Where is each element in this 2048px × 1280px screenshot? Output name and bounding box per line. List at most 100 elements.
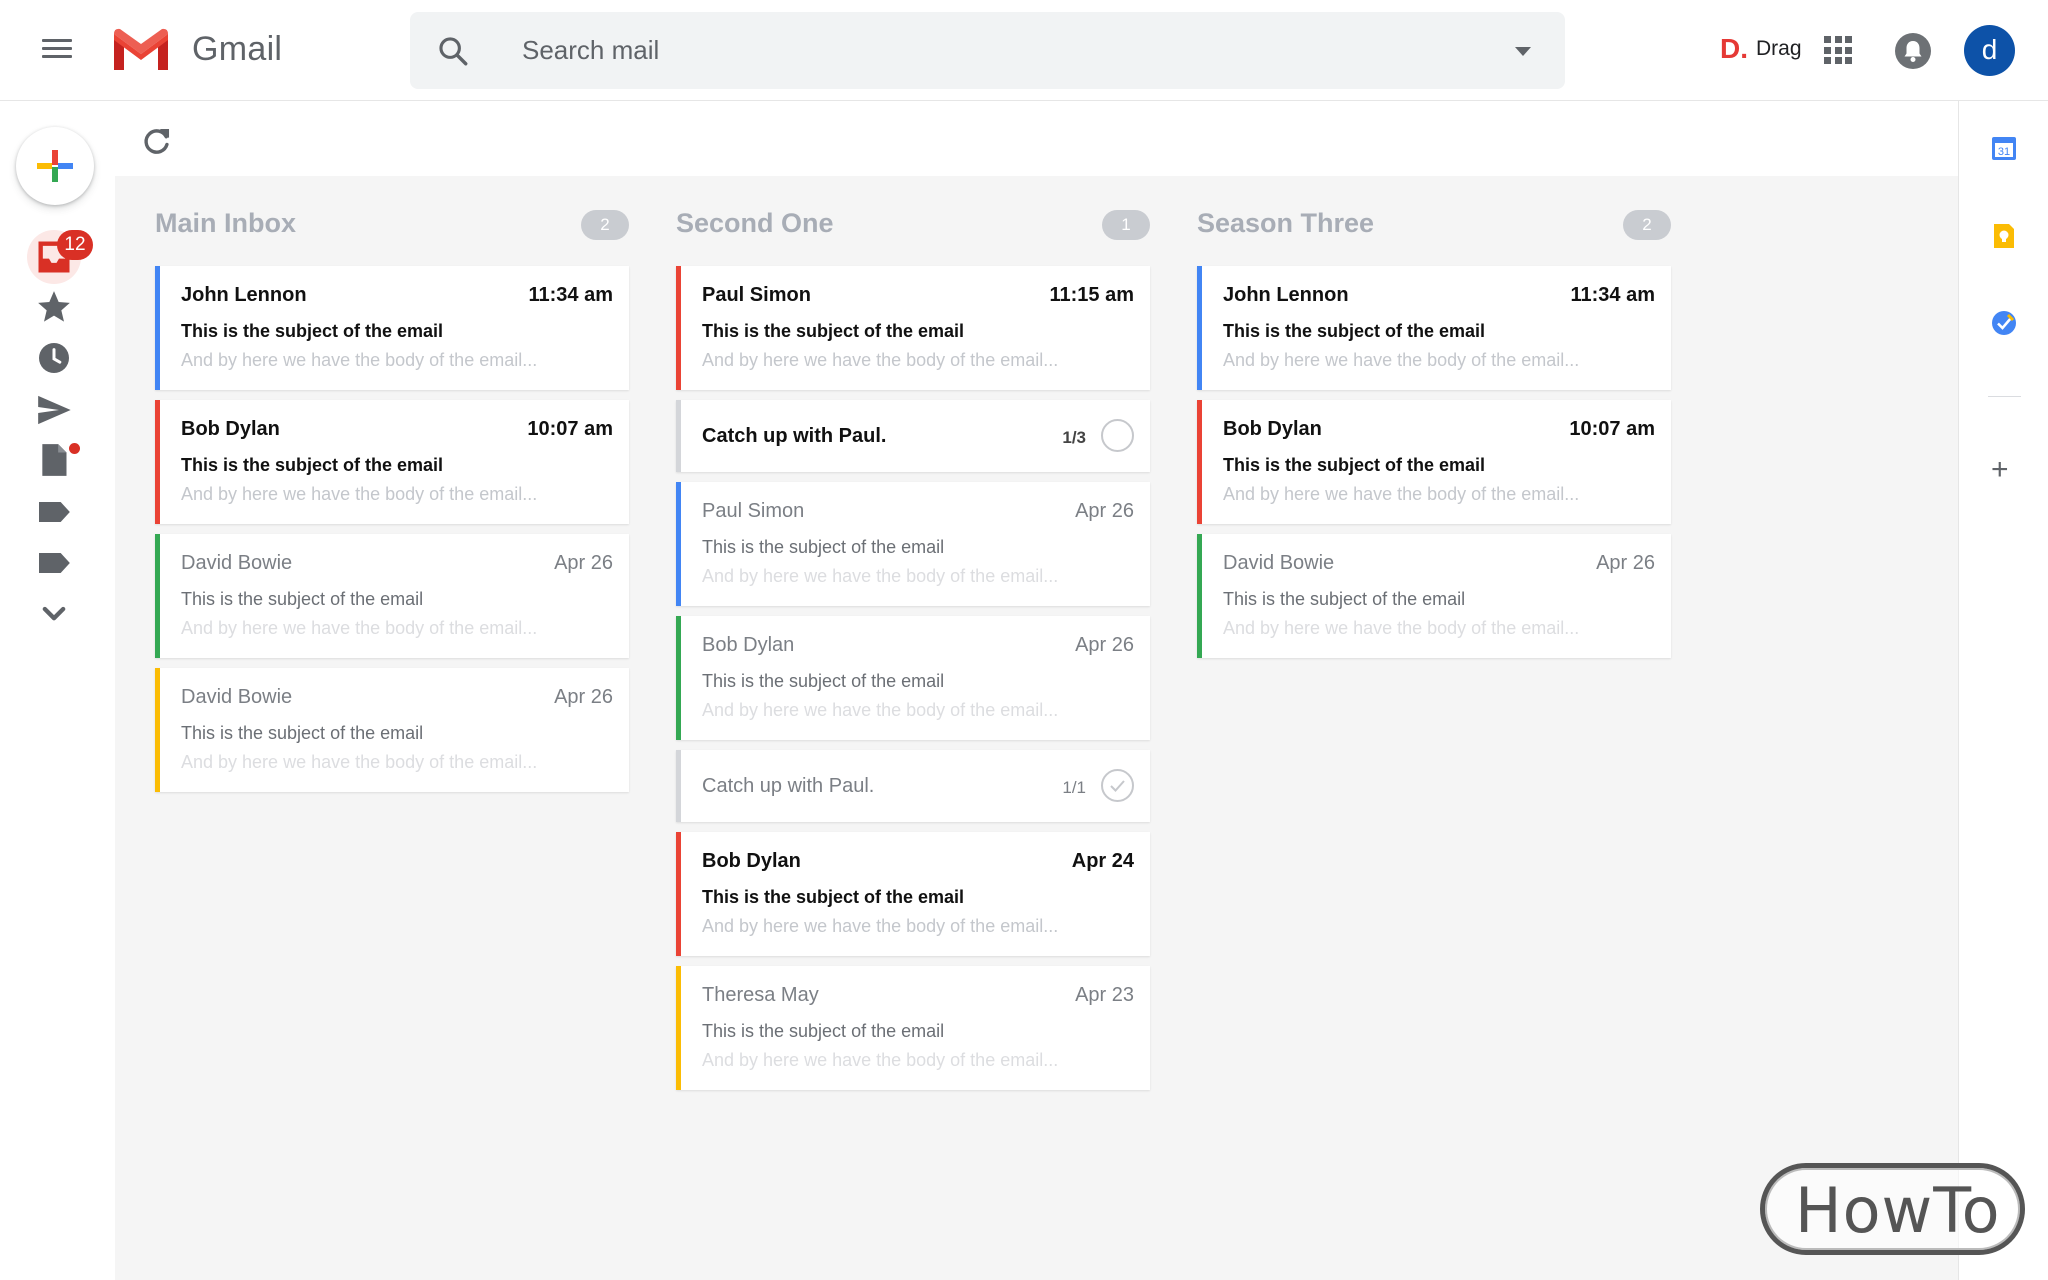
notifications-bell-icon[interactable] bbox=[1895, 33, 1931, 69]
email-card[interactable]: Paul Simon Apr 26 This is the subject of… bbox=[676, 482, 1150, 606]
refresh-icon[interactable] bbox=[140, 124, 174, 158]
keep-icon[interactable] bbox=[1990, 222, 2018, 250]
column-header[interactable]: Second One 1 bbox=[676, 176, 1150, 266]
search-input[interactable] bbox=[522, 26, 1422, 74]
email-snippet: And by here we have the body of the emai… bbox=[702, 350, 1059, 370]
email-snippet: And by here we have the body of the emai… bbox=[702, 916, 1059, 936]
gmail-logo-icon[interactable] bbox=[110, 26, 172, 74]
label-icon[interactable] bbox=[34, 492, 74, 532]
app-name: Gmail bbox=[192, 30, 283, 68]
task-title: Catch up with Paul. bbox=[702, 775, 875, 797]
email-sender: David Bowie bbox=[181, 686, 293, 708]
email-subject: This is the subject of the email bbox=[1223, 321, 1486, 341]
label-icon[interactable] bbox=[34, 543, 74, 583]
google-apps-icon[interactable] bbox=[1824, 36, 1852, 64]
snoozed-clock-icon[interactable] bbox=[34, 338, 74, 378]
watermark-text: HowTo bbox=[1795, 1174, 2001, 1247]
email-snippet: And by here we have the body of the emai… bbox=[702, 1050, 1059, 1070]
email-sender: Bob Dylan bbox=[181, 418, 280, 440]
email-subject: This is the subject of the email bbox=[1223, 589, 1466, 609]
task-complete-checkbox[interactable] bbox=[1101, 769, 1134, 802]
email-date: Apr 23 bbox=[1075, 984, 1134, 1006]
email-card[interactable]: John Lennon 11:34 am This is the subject… bbox=[155, 266, 629, 390]
email-card[interactable]: John Lennon 11:34 am This is the subject… bbox=[1197, 266, 1671, 390]
howto-watermark-logo: HowTo bbox=[1760, 1163, 2025, 1255]
inbox-unread-badge: 12 bbox=[57, 230, 93, 260]
drag-logo: D. bbox=[1720, 33, 1748, 64]
column-title: Season Three bbox=[1197, 208, 1375, 238]
column-count-badge: 2 bbox=[581, 210, 629, 240]
account-avatar[interactable]: d bbox=[1964, 25, 2015, 76]
compose-button[interactable] bbox=[16, 127, 94, 205]
email-card[interactable]: Theresa May Apr 23 This is the subject o… bbox=[676, 966, 1150, 1090]
chevron-down-icon[interactable] bbox=[34, 594, 74, 634]
drafts-indicator-dot bbox=[69, 443, 80, 454]
email-sender: David Bowie bbox=[1223, 552, 1335, 574]
email-subject: This is the subject of the email bbox=[181, 321, 444, 341]
column-header[interactable]: Main Inbox 2 bbox=[155, 176, 629, 266]
drag-extension-button[interactable]: D. Drag bbox=[1720, 33, 1802, 64]
email-date: Apr 26 bbox=[1075, 634, 1134, 656]
email-sender: Paul Simon bbox=[702, 500, 805, 522]
search-icon[interactable] bbox=[436, 34, 470, 68]
calendar-day: 31 bbox=[1998, 146, 2010, 158]
task-card[interactable]: Catch up with Paul. 1/1 bbox=[676, 750, 1150, 822]
task-progress: 1/1 bbox=[1062, 778, 1086, 797]
main-menu-icon[interactable] bbox=[40, 34, 74, 68]
email-card[interactable]: Bob Dylan Apr 24 This is the subject of … bbox=[676, 832, 1150, 956]
email-sender: David Bowie bbox=[181, 552, 293, 574]
sent-icon[interactable] bbox=[34, 390, 74, 430]
compose-plus-icon bbox=[37, 150, 73, 182]
email-subject: This is the subject of the email bbox=[702, 1021, 945, 1041]
calendar-icon[interactable]: 31 bbox=[1990, 134, 2018, 162]
add-addon-plus-icon[interactable]: + bbox=[1991, 455, 2009, 485]
email-date: Apr 26 bbox=[1596, 552, 1655, 574]
email-snippet: And by here we have the body of the emai… bbox=[181, 484, 538, 504]
email-sender: Theresa May bbox=[702, 984, 819, 1006]
email-snippet: And by here we have the body of the emai… bbox=[702, 566, 1059, 586]
email-card[interactable]: David Bowie Apr 26 This is the subject o… bbox=[1197, 534, 1671, 658]
kanban-board: Main Inbox 2 John Lennon 11:34 am This i… bbox=[115, 176, 1958, 1280]
starred-icon[interactable] bbox=[34, 287, 74, 327]
email-card[interactable]: Bob Dylan Apr 26 This is the subject of … bbox=[676, 616, 1150, 740]
column-count-badge: 2 bbox=[1623, 210, 1671, 240]
email-date: 11:34 am bbox=[528, 284, 613, 306]
email-snippet: And by here we have the body of the emai… bbox=[181, 350, 538, 370]
email-date: Apr 26 bbox=[554, 686, 613, 708]
email-sender: Bob Dylan bbox=[1223, 418, 1322, 440]
checkmark-icon bbox=[1110, 780, 1125, 792]
email-snippet: And by here we have the body of the emai… bbox=[181, 752, 538, 772]
email-date: 11:15 am bbox=[1049, 284, 1134, 306]
email-sender: Bob Dylan bbox=[702, 634, 795, 656]
email-snippet: And by here we have the body of the emai… bbox=[1223, 350, 1580, 370]
column-title: Second One bbox=[676, 208, 834, 238]
column-header[interactable]: Season Three 2 bbox=[1197, 176, 1671, 266]
email-subject: This is the subject of the email bbox=[702, 537, 945, 557]
column-title: Main Inbox bbox=[155, 208, 296, 238]
search-options-dropdown-icon[interactable] bbox=[1515, 47, 1531, 56]
task-complete-checkbox[interactable] bbox=[1101, 419, 1134, 452]
email-date: Apr 24 bbox=[1071, 850, 1134, 872]
board-column: Second One 1 Paul Simon 11:15 am This is… bbox=[676, 176, 1150, 1090]
email-card[interactable]: Bob Dylan 10:07 am This is the subject o… bbox=[155, 400, 629, 524]
email-date: 10:07 am bbox=[527, 418, 613, 440]
email-sender: Bob Dylan bbox=[702, 850, 801, 872]
email-card[interactable]: Bob Dylan 10:07 am This is the subject o… bbox=[1197, 400, 1671, 524]
email-subject: This is the subject of the email bbox=[1223, 455, 1486, 475]
email-date: 10:07 am bbox=[1569, 418, 1655, 440]
email-subject: This is the subject of the email bbox=[181, 589, 424, 609]
task-card[interactable]: Catch up with Paul. 1/3 bbox=[676, 400, 1150, 472]
email-subject: This is the subject of the email bbox=[702, 321, 965, 341]
email-sender: Paul Simon bbox=[702, 284, 811, 306]
drafts-icon[interactable] bbox=[34, 440, 74, 480]
board-column: Main Inbox 2 John Lennon 11:34 am This i… bbox=[155, 176, 629, 792]
side-panel: 31 + bbox=[1958, 101, 2048, 1280]
email-card[interactable]: Paul Simon 11:15 am This is the subject … bbox=[676, 266, 1150, 390]
email-card[interactable]: David Bowie Apr 26 This is the subject o… bbox=[155, 668, 629, 792]
tasks-icon[interactable] bbox=[1990, 309, 2018, 337]
email-card[interactable]: David Bowie Apr 26 This is the subject o… bbox=[155, 534, 629, 658]
top-bar: Gmail D. Drag d bbox=[0, 0, 2048, 101]
email-date: Apr 26 bbox=[554, 552, 613, 574]
email-date: Apr 26 bbox=[1075, 500, 1134, 522]
email-subject: This is the subject of the email bbox=[702, 671, 945, 691]
